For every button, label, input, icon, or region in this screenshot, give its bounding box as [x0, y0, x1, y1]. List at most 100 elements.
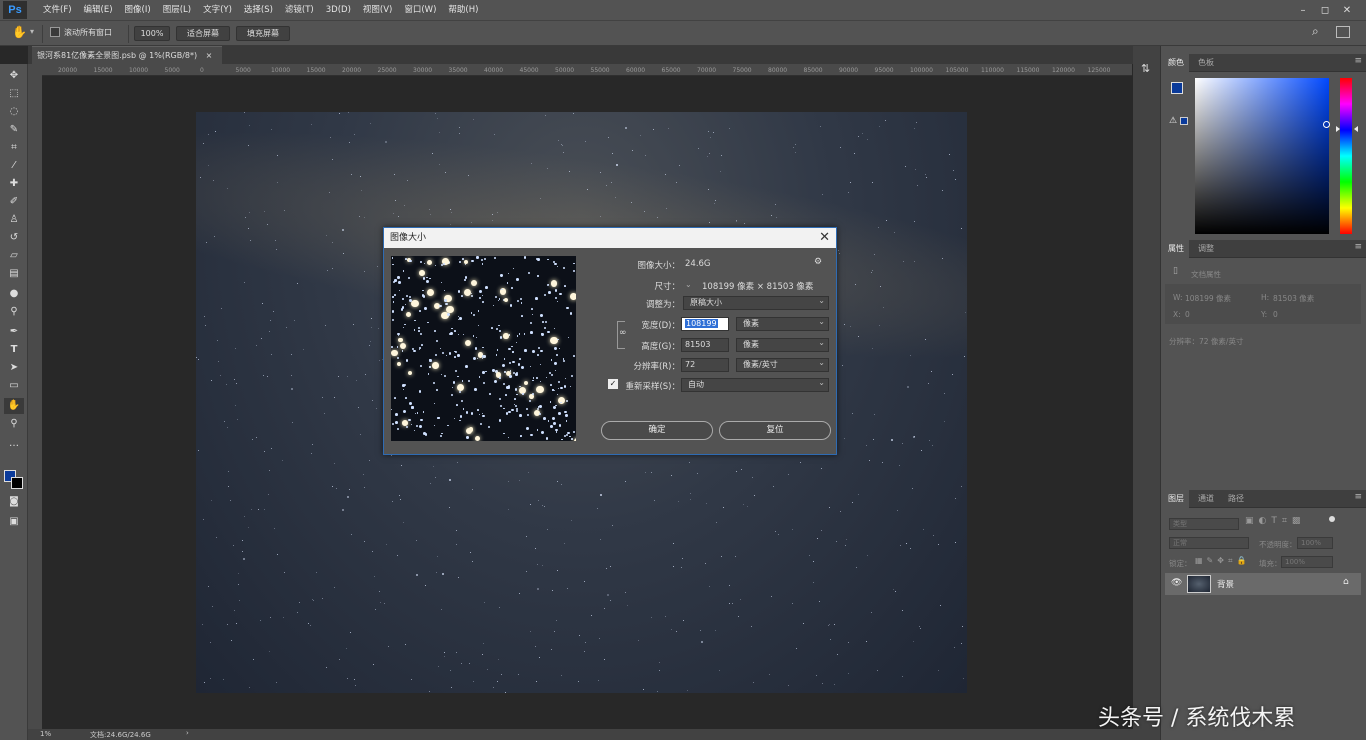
visibility-eye-icon[interactable]: 👁: [1171, 578, 1182, 588]
layer-row-background[interactable]: 👁 背景 ⌂: [1165, 573, 1361, 595]
scroll-all-checkbox[interactable]: [50, 27, 60, 37]
panel-menu-icon[interactable]: ≡: [1354, 242, 1362, 252]
dialog-close-icon[interactable]: ✕: [819, 228, 830, 248]
gradient-tool-icon[interactable]: ▤: [4, 266, 24, 282]
tab-properties[interactable]: 属性: [1163, 240, 1189, 258]
opacity-input[interactable]: 100%: [1297, 537, 1333, 549]
gamut-warning-icon[interactable]: ⚠: [1169, 116, 1177, 126]
color-foreground-swatch[interactable]: [1171, 82, 1183, 94]
tab-paths[interactable]: 路径: [1223, 490, 1249, 508]
menu-filter[interactable]: 滤镜(T): [279, 0, 320, 20]
healing-brush-tool-icon[interactable]: ✚: [4, 176, 24, 192]
star-dot: [878, 126, 880, 128]
quick-select-tool-icon[interactable]: ✎: [4, 122, 24, 138]
layer-filter-icons[interactable]: ▣◐T⌗▩: [1245, 516, 1305, 526]
tab-channels[interactable]: 通道: [1193, 490, 1219, 508]
width-input[interactable]: 108199: [681, 317, 729, 331]
document-tab-close-icon[interactable]: ×: [206, 51, 213, 60]
web-safe-swatch[interactable]: [1180, 117, 1188, 125]
pen-tool-icon[interactable]: ✒: [4, 324, 24, 340]
panel-icon-strip: ⇅: [1133, 46, 1161, 740]
hue-slider-handle-right[interactable]: [1354, 126, 1358, 132]
height-unit-select[interactable]: 像素: [736, 337, 829, 352]
close-button[interactable]: ✕: [1336, 5, 1358, 16]
menu-type[interactable]: 文字(Y): [197, 0, 238, 20]
eraser-tool-icon[interactable]: ▱: [4, 248, 24, 264]
resample-select[interactable]: 自动: [681, 377, 829, 392]
menu-window[interactable]: 窗口(W): [398, 0, 442, 20]
background-color-swatch[interactable]: [11, 477, 23, 489]
history-panel-icon[interactable]: ⇅: [1141, 62, 1150, 75]
fit-screen-button[interactable]: 适合屏幕: [176, 26, 230, 41]
blur-tool-icon[interactable]: ●: [4, 286, 24, 302]
tab-color[interactable]: 颜色: [1163, 54, 1189, 72]
tab-swatches[interactable]: 色板: [1193, 54, 1219, 72]
history-brush-tool-icon[interactable]: ↺: [4, 230, 24, 246]
type-tool-icon[interactable]: T: [4, 342, 24, 358]
restore-button[interactable]: ◻: [1314, 5, 1336, 16]
preview-star: [402, 327, 404, 329]
tab-adjustments[interactable]: 调整: [1193, 240, 1219, 258]
hand-tool-icon[interactable]: ✋: [4, 398, 24, 414]
eyedropper-tool-icon[interactable]: ⁄: [4, 158, 24, 174]
rectangle-tool-icon[interactable]: ▭: [4, 378, 24, 394]
color-field[interactable]: [1195, 78, 1329, 234]
menu-layer[interactable]: 图层(L): [157, 0, 197, 20]
fill-input[interactable]: 100%: [1281, 556, 1333, 568]
menu-file[interactable]: 文件(F): [37, 0, 78, 20]
menu-view[interactable]: 视图(V): [357, 0, 398, 20]
quick-mask-icon[interactable]: ◙: [4, 494, 24, 510]
resolution-input[interactable]: 72: [681, 358, 729, 372]
tool-preset-chevron-icon[interactable]: ▾: [30, 27, 34, 36]
ok-button[interactable]: 确定: [601, 421, 713, 440]
search-icon[interactable]: ⌕: [1312, 24, 1319, 39]
hue-slider[interactable]: [1340, 78, 1352, 234]
panel-menu-icon[interactable]: ≡: [1354, 56, 1362, 66]
menu-select[interactable]: 选择(S): [238, 0, 279, 20]
preview-star: [563, 434, 566, 437]
document-tab[interactable]: 银河系81亿像素全景图.psb @ 1%(RGB/8*) ×: [32, 46, 222, 64]
image-preview[interactable]: [391, 256, 576, 441]
crop-tool-icon[interactable]: ⌗: [4, 140, 24, 156]
width-unit-select[interactable]: 像素: [736, 316, 829, 331]
workspace-icon[interactable]: [1336, 26, 1350, 38]
menu-help[interactable]: 帮助(H): [442, 0, 484, 20]
screen-mode-icon[interactable]: ▣: [4, 514, 24, 530]
ruler-tick-label: 125000: [1087, 67, 1111, 74]
panel-menu-icon[interactable]: ≡: [1354, 492, 1362, 502]
filter-toggle-icon[interactable]: [1329, 516, 1335, 522]
zoom-tool-icon[interactable]: ⚲: [4, 416, 24, 432]
reset-button[interactable]: 复位: [719, 421, 831, 440]
resolution-unit-select[interactable]: 像素/英寸: [736, 357, 829, 372]
blend-mode-select[interactable]: 正常: [1169, 537, 1249, 549]
clone-stamp-tool-icon[interactable]: ♙: [4, 212, 24, 228]
height-input[interactable]: 81503: [681, 338, 729, 352]
move-tool-icon[interactable]: ✥: [4, 68, 24, 84]
lock-icons[interactable]: ▦✎✥⌗🔒: [1195, 556, 1250, 566]
path-select-tool-icon[interactable]: ➤: [4, 360, 24, 376]
menu-edit[interactable]: 编辑(E): [78, 0, 119, 20]
hand-tool-icon[interactable]: ✋: [12, 25, 27, 39]
menu-image[interactable]: 图像(I): [119, 0, 157, 20]
dimensions-dropdown-icon[interactable]: ⌄: [685, 280, 692, 289]
star-dot: [611, 524, 613, 526]
zoom-100-button[interactable]: 100%: [134, 26, 170, 41]
hue-slider-handle[interactable]: [1336, 126, 1340, 132]
brush-tool-icon[interactable]: ✐: [4, 194, 24, 210]
status-arrow-icon[interactable]: ›: [186, 729, 189, 737]
more-tools-icon[interactable]: …: [4, 436, 24, 452]
tab-layers[interactable]: 图层: [1163, 490, 1189, 508]
fill-screen-button[interactable]: 填充屏幕: [236, 26, 290, 41]
gear-icon[interactable]: ⚙: [814, 257, 822, 267]
lasso-tool-icon[interactable]: ◌: [4, 104, 24, 120]
fit-to-select[interactable]: 原稿大小: [683, 295, 829, 310]
preview-star: [440, 281, 443, 284]
layer-filter-select[interactable]: 类型: [1169, 518, 1239, 530]
dodge-tool-icon[interactable]: ⚲: [4, 304, 24, 320]
preview-star: [432, 362, 439, 369]
menu-3d[interactable]: 3D(D): [320, 0, 357, 20]
color-picker-marker[interactable]: [1323, 121, 1330, 128]
minimize-button[interactable]: –: [1292, 5, 1314, 16]
status-zoom[interactable]: 1%: [40, 730, 51, 738]
marquee-tool-icon[interactable]: ⬚: [4, 86, 24, 102]
